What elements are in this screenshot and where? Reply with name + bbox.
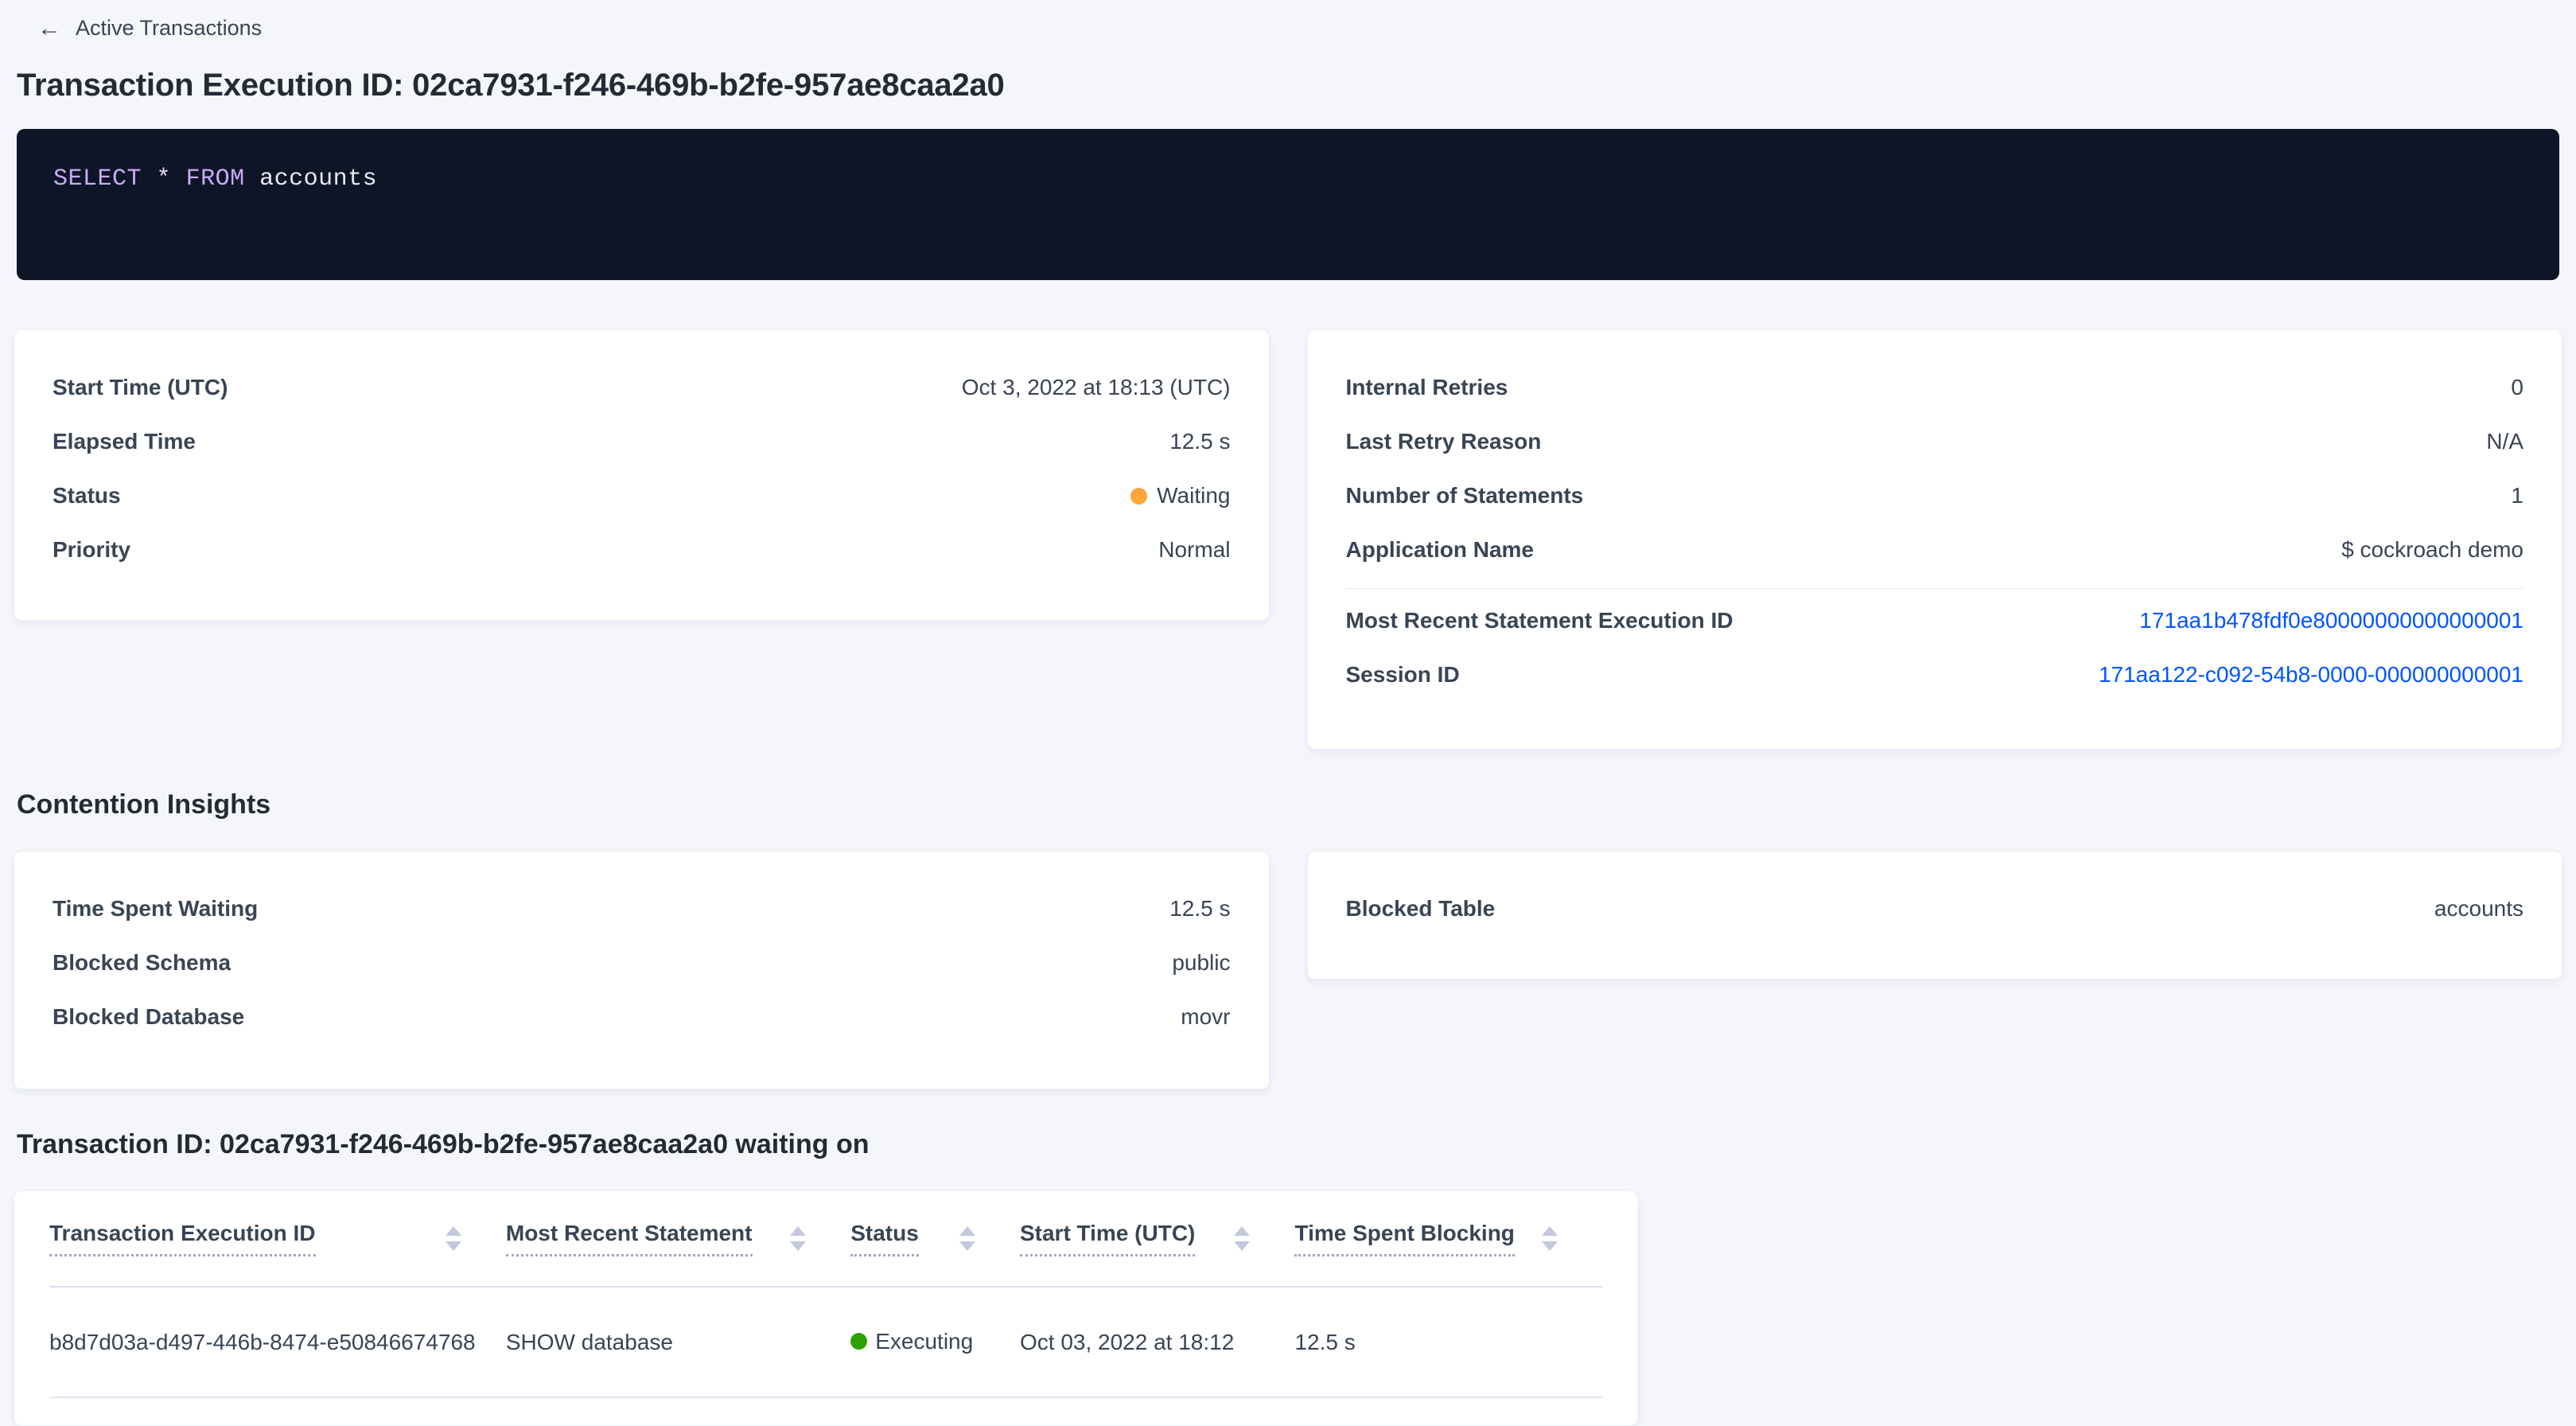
column-header-label: Status xyxy=(850,1221,919,1257)
cell-time-spent-blocking: 12.5 s xyxy=(1294,1287,1602,1397)
kv-label: Elapsed Time xyxy=(53,429,196,454)
sort-arrows-icon[interactable] xyxy=(1542,1226,1558,1251)
kv-value: 12.5 s xyxy=(1169,429,1230,454)
table-row: b8d7d03a-d497-446b-8474-e50846674768 SHO… xyxy=(49,1287,1602,1397)
kv-row-start-time: Start Time (UTC) Oct 3, 2022 at 18:13 (U… xyxy=(53,360,1231,415)
kv-row-priority: Priority Normal xyxy=(53,523,1231,577)
statement-execution-id-link[interactable]: 171aa1b478fdf0e80000000000000001 xyxy=(2139,608,2523,633)
kv-value: Normal xyxy=(1158,537,1230,563)
kv-row-last-retry-reason: Last Retry Reason N/A xyxy=(1346,415,2524,469)
kv-label: Status xyxy=(53,483,121,508)
back-link-label: Active Transactions xyxy=(76,16,262,41)
contention-insights-heading: Contention Insights xyxy=(17,789,2562,820)
kv-value: N/A xyxy=(2486,429,2523,454)
kv-row-blocked-database: Blocked Database movr xyxy=(53,990,1231,1044)
sql-table-name: accounts xyxy=(259,166,377,193)
kv-label: Blocked Table xyxy=(1346,896,1496,921)
kv-value: 0 xyxy=(2511,375,2523,400)
kv-row-time-spent-waiting: Time Spent Waiting 12.5 s xyxy=(53,882,1231,936)
sql-statement-box: SELECT * FROM accounts xyxy=(17,129,2559,280)
sql-statement: SELECT * FROM accounts xyxy=(53,166,377,193)
kv-label: Last Retry Reason xyxy=(1346,429,1542,454)
kv-label: Blocked Database xyxy=(53,1004,244,1030)
cell-start-time: Oct 03, 2022 at 18:12 xyxy=(1020,1287,1295,1397)
kv-label: Session ID xyxy=(1346,662,1460,688)
kv-value: Oct 3, 2022 at 18:13 (UTC) xyxy=(962,375,1231,400)
overview-cards: Start Time (UTC) Oct 3, 2022 at 18:13 (U… xyxy=(14,329,2562,750)
sql-keyword-select: SELECT xyxy=(53,166,142,193)
kv-label: Blocked Schema xyxy=(53,950,231,976)
kv-value: $ cockroach demo xyxy=(2341,537,2523,563)
kv-value: public xyxy=(1172,950,1230,976)
column-header-time-spent-blocking[interactable]: Time Spent Blocking xyxy=(1294,1191,1602,1287)
kv-value: accounts xyxy=(2434,896,2523,921)
sql-star-operator: * xyxy=(157,166,172,193)
status-text: Waiting xyxy=(1157,483,1230,508)
kv-row-blocked-schema: Blocked Schema public xyxy=(53,936,1231,990)
status-value: Waiting xyxy=(1130,483,1230,508)
kv-row-blocked-table: Blocked Table accounts xyxy=(1346,882,2524,936)
sort-arrows-icon[interactable] xyxy=(446,1226,461,1251)
sort-arrows-icon[interactable] xyxy=(1234,1226,1250,1251)
kv-value: 12.5 s xyxy=(1169,896,1230,921)
kv-row-application-name: Application Name $ cockroach demo xyxy=(1346,523,2524,577)
page-title: Transaction Execution ID: 02ca7931-f246-… xyxy=(17,68,2562,103)
kv-label: Most Recent Statement Execution ID xyxy=(1346,608,1734,633)
transaction-details-page: ← Active Transactions Transaction Execut… xyxy=(0,0,2576,1426)
column-header-label: Time Spent Blocking xyxy=(1294,1221,1514,1257)
kv-value: movr xyxy=(1181,1004,1230,1030)
contention-card-left: Time Spent Waiting 12.5 s Blocked Schema… xyxy=(14,851,1270,1089)
column-header-transaction-execution-id[interactable]: Transaction Execution ID xyxy=(49,1191,506,1287)
kv-row-status: Status Waiting xyxy=(53,469,1231,523)
kv-row-internal-retries: Internal Retries 0 xyxy=(1346,360,2524,415)
cell-most-recent-statement: SHOW database xyxy=(506,1287,850,1397)
column-header-label: Transaction Execution ID xyxy=(49,1221,316,1257)
column-header-label: Most Recent Statement xyxy=(506,1221,753,1257)
kv-label: Number of Statements xyxy=(1346,483,1584,508)
kv-value: 1 xyxy=(2511,483,2523,508)
kv-label: Start Time (UTC) xyxy=(53,375,228,400)
left-arrow-icon: ← xyxy=(37,17,61,41)
kv-row-elapsed-time: Elapsed Time 12.5 s xyxy=(53,415,1231,469)
executing-status-dot-icon xyxy=(850,1333,867,1350)
kv-label: Time Spent Waiting xyxy=(53,896,258,921)
kv-label: Application Name xyxy=(1346,537,1534,563)
kv-row-session-id: Session ID 171aa122-c092-54b8-0000-00000… xyxy=(1346,648,2524,702)
cell-status: Executing xyxy=(850,1287,1020,1397)
sql-keyword-from: FROM xyxy=(186,166,245,193)
column-header-most-recent-statement[interactable]: Most Recent Statement xyxy=(506,1191,850,1287)
table-header-row: Transaction Execution ID Most Recent Sta… xyxy=(49,1191,1602,1287)
column-header-label: Start Time (UTC) xyxy=(1020,1221,1195,1257)
sort-arrows-icon[interactable] xyxy=(959,1226,975,1251)
back-to-active-transactions-link[interactable]: ← Active Transactions xyxy=(37,16,262,41)
overview-card-left: Start Time (UTC) Oct 3, 2022 at 18:13 (U… xyxy=(14,329,1270,621)
card-divider xyxy=(1346,588,2524,589)
session-id-link[interactable]: 171aa122-c092-54b8-0000-000000000001 xyxy=(2099,662,2523,688)
status-text: Executing xyxy=(875,1329,973,1354)
waiting-on-heading: Transaction ID: 02ca7931-f246-469b-b2fe-… xyxy=(17,1129,2562,1160)
kv-label: Internal Retries xyxy=(1346,375,1508,400)
kv-row-statement-execution-id: Most Recent Statement Execution ID 171aa… xyxy=(1346,594,2524,648)
kv-row-number-of-statements: Number of Statements 1 xyxy=(1346,469,2524,523)
sort-arrows-icon[interactable] xyxy=(790,1226,806,1251)
kv-label: Priority xyxy=(53,537,130,563)
column-header-status[interactable]: Status xyxy=(850,1191,1020,1287)
contention-cards: Time Spent Waiting 12.5 s Blocked Schema… xyxy=(14,851,2562,1089)
overview-card-right: Internal Retries 0 Last Retry Reason N/A… xyxy=(1307,329,2563,750)
waiting-on-table-panel: Transaction Execution ID Most Recent Sta… xyxy=(14,1190,1638,1426)
waiting-on-table: Transaction Execution ID Most Recent Sta… xyxy=(49,1191,1602,1398)
waiting-status-dot-icon xyxy=(1130,488,1147,505)
contention-card-right: Blocked Table accounts xyxy=(1307,851,2563,980)
column-header-start-time[interactable]: Start Time (UTC) xyxy=(1020,1191,1295,1287)
cell-transaction-execution-id: b8d7d03a-d497-446b-8474-e50846674768 xyxy=(49,1287,506,1397)
